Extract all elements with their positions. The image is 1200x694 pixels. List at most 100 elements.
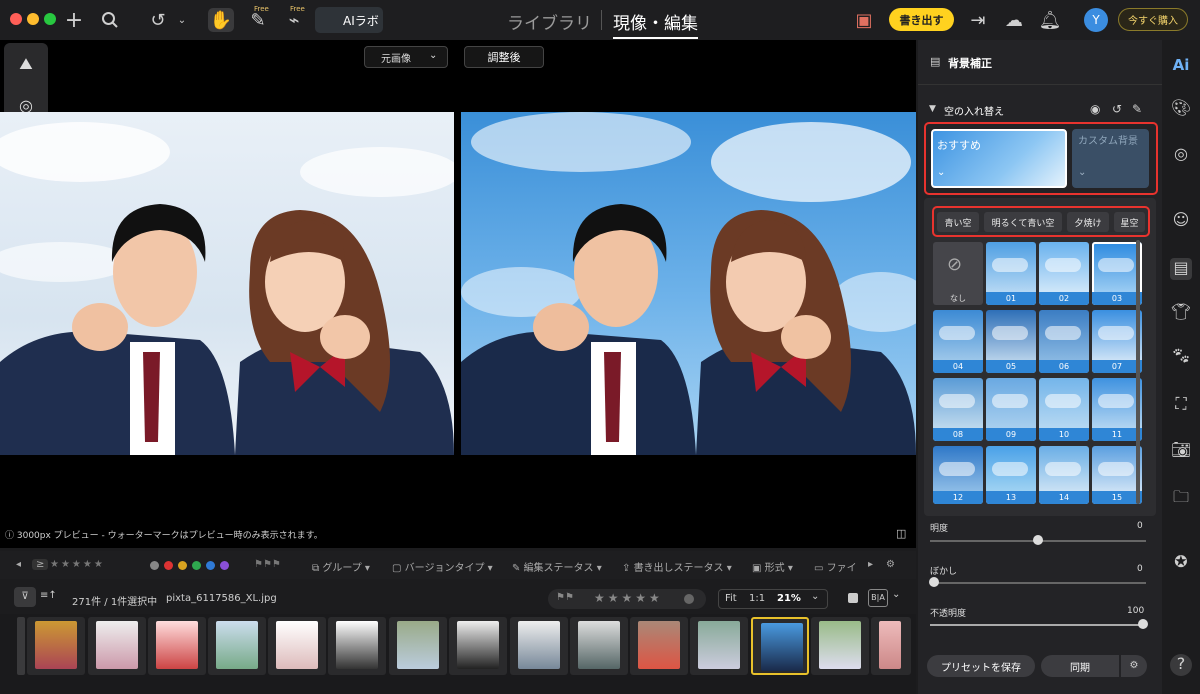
- flag-icon[interactable]: ⚑⚑: [556, 592, 574, 603]
- color-label-red[interactable]: [164, 561, 173, 570]
- collapse-triangle-icon[interactable]: ▼: [929, 104, 936, 114]
- compare-toggle-icon[interactable]: ◫: [896, 527, 906, 540]
- version-type-filter[interactable]: ▢ バージョンタイプ ▾: [392, 559, 493, 574]
- thumbnail[interactable]: [148, 617, 206, 675]
- pet-paw-icon[interactable]: 🐾︎: [1170, 346, 1192, 368]
- thumbnail[interactable]: [88, 617, 146, 675]
- thumbnail[interactable]: [328, 617, 386, 675]
- thumbnail[interactable]: [690, 617, 748, 675]
- edit-pencil-icon[interactable]: ✎: [1132, 102, 1142, 116]
- bookmark-star-icon[interactable]: ✪: [1170, 552, 1192, 574]
- settings-icon[interactable]: ⚙: [886, 559, 895, 570]
- image-adjust-icon[interactable]: ⛰: [15, 54, 37, 76]
- color-label-none[interactable]: [684, 594, 694, 604]
- flag-icon[interactable]: ⚑⚑⚑: [254, 559, 281, 570]
- buy-now-button[interactable]: 今すぐ購入: [1118, 8, 1188, 31]
- color-label-blue[interactable]: [206, 561, 215, 570]
- clothing-icon[interactable]: 👕︎: [1170, 302, 1192, 324]
- export-status-filter[interactable]: ⇪ 書き出しステータス ▾: [622, 559, 732, 574]
- thumbnail[interactable]: [871, 617, 911, 675]
- close-window-button[interactable]: [10, 13, 22, 25]
- zoom-window-button[interactable]: [44, 13, 56, 25]
- compare-divider[interactable]: [454, 112, 461, 455]
- texture-icon[interactable]: ◎: [1170, 144, 1192, 166]
- file-filter[interactable]: ▭ ファイ: [814, 559, 857, 574]
- chip-sunset[interactable]: 夕焼け: [1067, 212, 1109, 232]
- sky-option[interactable]: 03: [1092, 242, 1142, 305]
- rating-operator[interactable]: ≥: [32, 559, 49, 570]
- reset-icon[interactable]: ↺: [1112, 102, 1122, 116]
- export-button[interactable]: 書き出す: [889, 8, 954, 31]
- thumbnail[interactable]: [449, 617, 507, 675]
- chevron-down-icon[interactable]: ⌄: [892, 589, 900, 600]
- zoom-level[interactable]: 21%: [777, 593, 801, 604]
- zoom-1to1[interactable]: 1:1: [749, 593, 765, 604]
- star-rating-filter[interactable]: ★★★★★: [50, 559, 105, 570]
- search-icon[interactable]: [98, 8, 122, 32]
- sky-option[interactable]: 13: [986, 446, 1036, 504]
- chip-bright-blue-sky[interactable]: 明るくて青い空: [984, 212, 1062, 232]
- sky-option[interactable]: 14: [1039, 446, 1089, 504]
- filmstrip-scroll-left[interactable]: [17, 617, 25, 675]
- chevron-down-icon[interactable]: ⌄: [170, 8, 194, 32]
- share-icon[interactable]: ⇥: [966, 8, 990, 32]
- sky-option[interactable]: 02: [1039, 242, 1089, 305]
- chevron-left-icon[interactable]: ◂: [16, 559, 21, 570]
- sky-option[interactable]: 04: [933, 310, 983, 373]
- blur-slider[interactable]: [930, 582, 1146, 584]
- color-label-yellow[interactable]: [178, 561, 187, 570]
- filter-icon[interactable]: ⊽: [14, 587, 36, 607]
- thumbnail[interactable]: [208, 617, 266, 675]
- sky-option[interactable]: 01: [986, 242, 1036, 305]
- portrait-icon[interactable]: ☺: [1170, 210, 1192, 232]
- healing-brush-icon[interactable]: Free ⌁: [282, 5, 306, 32]
- gift-icon[interactable]: ▣: [852, 8, 876, 32]
- sky-option[interactable]: 12: [933, 446, 983, 504]
- ai-icon[interactable]: Ai: [1170, 56, 1192, 78]
- folder-icon[interactable]: 🗀: [1170, 486, 1192, 508]
- cloud-icon[interactable]: ☁: [1002, 8, 1026, 32]
- chevron-right-icon[interactable]: ▸: [868, 559, 873, 570]
- thumbnail[interactable]: [570, 617, 628, 675]
- original-image-select[interactable]: 元画像 ⌄: [364, 46, 448, 68]
- thumbnail[interactable]: [630, 617, 688, 675]
- minimize-window-button[interactable]: [27, 13, 39, 25]
- thumbnail-selected[interactable]: [751, 617, 809, 675]
- thumbnail[interactable]: [27, 617, 85, 675]
- avatar[interactable]: Y: [1084, 8, 1108, 32]
- sky-option[interactable]: 07: [1092, 310, 1142, 373]
- chip-starry-sky[interactable]: 星空: [1114, 212, 1145, 232]
- sky-grid-scrollbar[interactable]: [1136, 240, 1140, 504]
- single-view-icon[interactable]: [848, 593, 858, 603]
- star-rating[interactable]: ★★★★★: [594, 591, 663, 605]
- edit-status-filter[interactable]: ✎ 編集ステータス ▾: [512, 559, 602, 574]
- save-preset-button[interactable]: プリセットを保存: [927, 655, 1035, 677]
- color-label-green[interactable]: [192, 561, 201, 570]
- add-icon[interactable]: +: [62, 8, 86, 33]
- opacity-slider-knob[interactable]: [1138, 619, 1148, 629]
- sky-option[interactable]: 08: [933, 378, 983, 441]
- group-filter[interactable]: ⧉ グループ ▾: [312, 559, 370, 574]
- color-label-purple[interactable]: [220, 561, 229, 570]
- tab-develop[interactable]: 現像・編集: [613, 9, 698, 39]
- color-label-none[interactable]: [150, 561, 159, 570]
- background-icon[interactable]: ▤: [1170, 258, 1192, 280]
- sky-option[interactable]: 06: [1039, 310, 1089, 373]
- sync-settings-icon[interactable]: ⚙: [1121, 655, 1147, 677]
- tab-library[interactable]: ライブラリ: [507, 9, 592, 34]
- recommended-card[interactable]: おすすめ ⌄: [931, 129, 1067, 188]
- help-icon[interactable]: ?: [1170, 654, 1192, 676]
- before-after-view-icon[interactable]: B|A: [868, 589, 888, 607]
- format-filter[interactable]: ▣ 形式 ▾: [752, 559, 793, 574]
- chevron-down-icon[interactable]: ⌄: [811, 591, 819, 602]
- hand-tool-icon[interactable]: ✋: [208, 8, 234, 32]
- sky-option[interactable]: 10: [1039, 378, 1089, 441]
- blur-slider-knob[interactable]: [929, 577, 939, 587]
- sky-option[interactable]: 09: [986, 378, 1036, 441]
- sky-option[interactable]: 15: [1092, 446, 1142, 504]
- visibility-eye-icon[interactable]: ◉: [1090, 102, 1100, 116]
- undo-icon[interactable]: ↺: [146, 8, 170, 32]
- eraser-icon[interactable]: Free ✎: [246, 5, 270, 32]
- thumbnail[interactable]: [268, 617, 326, 675]
- sky-option-none[interactable]: ⊘ なし: [933, 242, 983, 305]
